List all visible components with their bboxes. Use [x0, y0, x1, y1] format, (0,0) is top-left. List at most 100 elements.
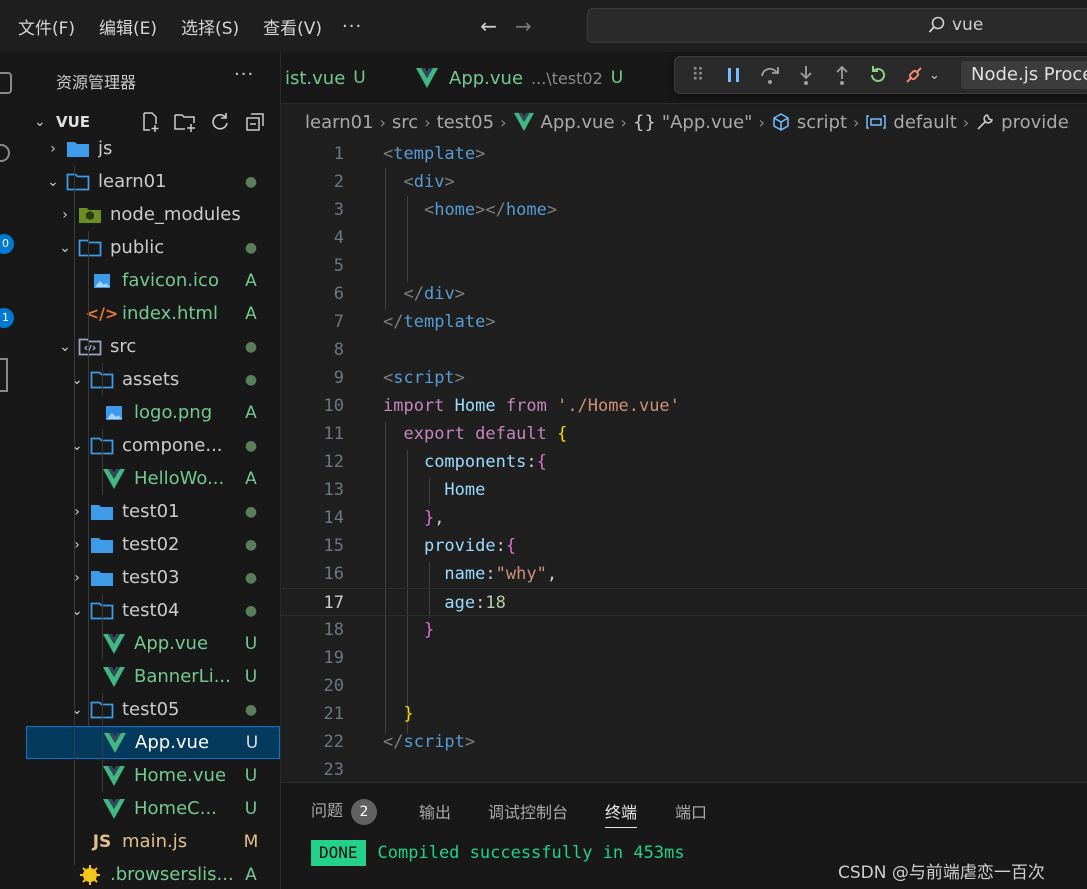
code-editor[interactable]: 1 <template> 2 <div> 3 <home></home> 4 5 … — [281, 140, 1087, 782]
braces-icon: {} — [632, 111, 656, 133]
refresh-icon[interactable] — [208, 110, 232, 134]
tree-item[interactable]: logo.png A — [26, 396, 280, 429]
folder-open-icon — [66, 171, 90, 193]
workspace-section-header[interactable]: ⌄ VUE — [26, 110, 280, 134]
terminal-output[interactable]: DONE Compiled successfully in 453ms — [311, 840, 685, 866]
tree-item[interactable]: ⌄ test04 ● — [26, 594, 280, 627]
pause-icon[interactable] — [723, 64, 745, 86]
chevron-down-icon[interactable]: ⌄ — [929, 68, 940, 83]
tree-item[interactable]: JS main.js M — [26, 825, 280, 858]
code-text: Home — [444, 480, 486, 500]
tab-label: ist.vue — [285, 67, 346, 89]
code-line: 7 </template> — [281, 308, 1087, 336]
line-number: 23 — [323, 760, 344, 780]
tree-item-label: BannerLi... — [134, 666, 231, 687]
debug-toolbar: ⠿ ⌄ Node.js Proce — [674, 56, 1087, 94]
breadcrumb-item[interactable]: learn01 — [305, 112, 374, 133]
disconnect-icon[interactable] — [903, 64, 925, 86]
tree-item[interactable]: HomeC... U — [26, 792, 280, 825]
explorer-icon[interactable] — [0, 72, 12, 94]
breadcrumb-item[interactable]: test05 — [437, 112, 494, 133]
tree-item[interactable]: ⌄ src ● — [26, 330, 280, 363]
back-arrow-icon[interactable]: ← — [480, 14, 497, 38]
new-folder-icon[interactable] — [173, 110, 197, 134]
line-number: 4 — [333, 228, 344, 248]
tree-item[interactable]: ⌄ learn01 ● — [26, 165, 280, 198]
tree-item-label: test01 — [122, 501, 180, 522]
breadcrumb-item[interactable]: script — [797, 112, 847, 133]
menu-selection[interactable]: 选择(S) — [181, 14, 239, 39]
step-over-icon[interactable] — [759, 64, 781, 86]
search-view-icon[interactable] — [0, 144, 10, 162]
git-status-badge: U — [244, 633, 258, 654]
tree-item[interactable]: .browserslis... A — [26, 858, 280, 889]
tree-item[interactable]: HelloWo... A — [26, 462, 280, 495]
line-number: 15 — [323, 536, 344, 556]
code-text: } — [403, 704, 414, 724]
tree-item[interactable]: favicon.ico A — [26, 264, 280, 297]
code-text: } — [423, 620, 435, 640]
tree-item[interactable]: Home.vue U — [26, 759, 280, 792]
line-number: 12 — [323, 452, 344, 472]
step-out-icon[interactable] — [831, 64, 853, 86]
panel-tab-ports[interactable]: 端口 — [675, 799, 707, 823]
step-into-icon[interactable] — [795, 64, 817, 86]
tree-item-label: js — [98, 138, 113, 159]
tree-item-label: test05 — [122, 699, 180, 720]
tree-item[interactable]: › test02 ● — [26, 528, 280, 561]
tree-item[interactable]: ⌄ public ● — [26, 231, 280, 264]
menu-file[interactable]: 文件(F) — [18, 14, 75, 39]
tree-item[interactable]: › test03 ● — [26, 561, 280, 594]
compile-message: Compiled successfully in 453ms — [377, 843, 685, 863]
tree-item[interactable]: App.vue U — [26, 627, 280, 660]
breadcrumb-item[interactable]: src — [392, 112, 418, 133]
tree-item[interactable]: App.vue U — [26, 726, 280, 759]
breadcrumb-item[interactable]: App.vue — [541, 112, 615, 133]
menu-edit[interactable]: 编辑(E) — [99, 14, 157, 39]
extensions-icon[interactable] — [0, 358, 8, 392]
restart-icon[interactable] — [867, 64, 889, 86]
chevron-right-icon: › — [74, 569, 80, 586]
breadcrumb-item[interactable]: default — [893, 112, 956, 133]
panel-tab-terminal[interactable]: 终端 — [605, 799, 638, 828]
tree-item-label: test03 — [122, 567, 180, 588]
forward-arrow-icon[interactable]: → — [515, 14, 532, 38]
tree-item[interactable]: › test01 ● — [26, 495, 280, 528]
git-status-badge: A — [245, 303, 257, 324]
panel-tab-debug-console[interactable]: 调试控制台 — [488, 799, 568, 823]
git-modified-dot: ● — [244, 569, 258, 586]
explorer-more-icon[interactable]: ··· — [234, 64, 254, 85]
vue-icon — [416, 68, 438, 88]
tree-item[interactable]: › node_modules — [26, 198, 280, 231]
tree-item[interactable]: </> index.html A — [26, 297, 280, 330]
chevron-right-icon: › — [758, 112, 765, 132]
src-folder-icon — [78, 336, 102, 358]
panel-tab-output[interactable]: 输出 — [419, 799, 451, 823]
code-line: 11 export default { — [281, 420, 1087, 448]
collapse-all-icon[interactable] — [243, 110, 267, 134]
line-number: 13 — [323, 480, 344, 500]
search-icon — [928, 16, 945, 33]
line-number: 2 — [333, 172, 344, 192]
new-file-icon[interactable] — [138, 110, 162, 134]
debug-target-select[interactable]: Node.js Proce — [961, 61, 1087, 89]
menu-view[interactable]: 查看(V) — [263, 14, 322, 39]
vue-icon — [102, 798, 126, 820]
code-line: 14 }, — [281, 504, 1087, 532]
code-line: 21 } — [281, 700, 1087, 728]
tab-app-vue-test02[interactable]: App.vue ...\test02 U — [415, 52, 655, 104]
breadcrumb-item[interactable]: "App.vue" — [662, 112, 753, 133]
drag-handle-icon[interactable]: ⠿ — [687, 64, 709, 86]
panel-tab-problems[interactable]: 问题 2 — [311, 797, 378, 825]
tree-item[interactable]: ⌄ assets ● — [26, 363, 280, 396]
tree-item[interactable]: ⌄ test05 ● — [26, 693, 280, 726]
tree-item[interactable]: › js — [26, 132, 280, 165]
tree-item[interactable]: ⌄ compone... ● — [26, 429, 280, 462]
html-icon: </> — [85, 304, 119, 323]
command-center-search[interactable]: vue — [587, 8, 1087, 43]
breadcrumb-item[interactable]: provide — [1001, 112, 1069, 133]
menu-more-icon[interactable]: ··· — [342, 16, 362, 37]
tree-item[interactable]: BannerLi... U — [26, 660, 280, 693]
code-text: <home></home> — [423, 200, 558, 220]
tab-list-vue[interactable]: ist.vue U — [281, 52, 399, 104]
